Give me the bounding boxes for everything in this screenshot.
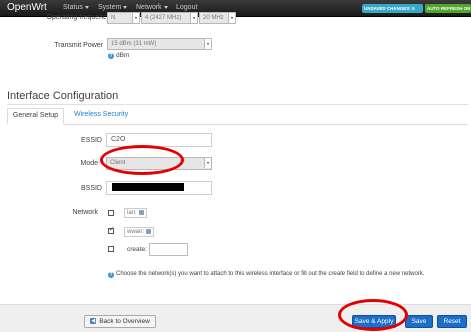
network-help-text: Choose the network(s) you want to attach… [116, 271, 425, 277]
info-icon: ? [108, 272, 114, 278]
nav-logout[interactable]: Logout [176, 4, 197, 11]
nav-network[interactable]: Network [136, 4, 168, 11]
network-wwan-tag: wwan: [124, 227, 155, 237]
tabs-divider [7, 124, 468, 125]
network-label: Network [72, 209, 98, 216]
tab-general-setup[interactable]: General Setup [7, 108, 64, 125]
info-icon: ? [108, 53, 114, 59]
hw-mode-select[interactable]: N [107, 12, 140, 24]
section-title: Interface Configuration [7, 90, 119, 102]
section-divider [7, 104, 468, 105]
bssid-label: BSSID [80, 185, 102, 192]
arrow-left-icon: ◀ [90, 318, 97, 325]
network-lan-tag: lan: [124, 208, 147, 218]
network-wwan-checkbox[interactable] [108, 226, 114, 234]
back-to-overview-button[interactable]: ◀ Back to Overview [84, 315, 156, 328]
width-select[interactable]: 20 MHz [199, 12, 236, 24]
annotation-ellipse-save-apply [338, 299, 408, 331]
chevron-down-icon [204, 39, 211, 49]
network-lan-checkbox[interactable] [108, 210, 114, 216]
essid-input[interactable]: C2O [106, 133, 212, 147]
create-network-input[interactable] [149, 243, 188, 256]
mode-label: Mode [80, 160, 98, 167]
redaction-bar [112, 183, 184, 191]
transmit-power-label: Transmit Power [54, 42, 103, 49]
annotation-ellipse-mode [100, 145, 184, 175]
chevron-down-icon [132, 13, 139, 23]
operating-frequency-label: Operating frequency [46, 14, 110, 21]
create-label: create: [127, 246, 147, 253]
network-create-checkbox[interactable] [108, 246, 114, 252]
chevron-down-icon [123, 5, 128, 9]
brand-logo[interactable]: OpenWrt [7, 2, 47, 13]
auto-refresh-badge[interactable]: AUTO REFRESH ON [425, 4, 471, 13]
chevron-down-icon [190, 13, 197, 23]
chevron-down-icon [228, 13, 235, 23]
nav-system[interactable]: System [98, 4, 128, 11]
unsaved-changes-badge[interactable]: UNSAVED CHANGES: 5 [362, 4, 423, 13]
wifi-icon [146, 228, 152, 234]
essid-label: ESSID [80, 137, 102, 144]
chevron-down-icon [163, 5, 168, 9]
reset-button[interactable]: Reset [437, 315, 467, 328]
save-button[interactable]: Save [405, 315, 433, 328]
ethernet-icon [138, 209, 144, 215]
tab-wireless-security[interactable]: Wireless Security [74, 111, 128, 118]
channel-select[interactable]: 4 (2427 MHz) [141, 12, 198, 24]
transmit-power-unit: dBm [116, 52, 130, 59]
chevron-down-icon [84, 5, 89, 9]
transmit-power-select[interactable]: 15 dBm (31 mW) [107, 38, 212, 50]
chevron-down-icon [204, 158, 211, 168]
nav-status[interactable]: Status [63, 4, 89, 11]
